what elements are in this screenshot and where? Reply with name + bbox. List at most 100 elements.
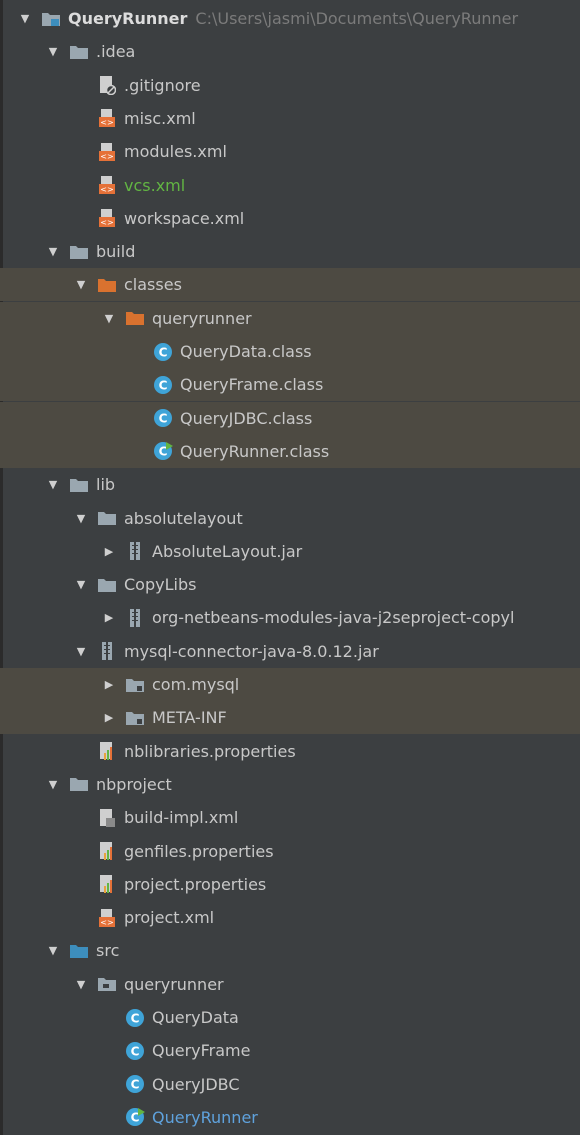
tree-node-label: queryrunner	[152, 308, 252, 328]
folder-icon	[68, 773, 90, 795]
class-icon: C	[124, 1073, 146, 1095]
tree-node-label: CopyLibs	[124, 575, 197, 595]
tree-node-querydata[interactable]: C QueryData	[0, 1001, 580, 1034]
properties-file-icon	[96, 873, 118, 895]
tree-node-meta-inf[interactable]: ▶ META-INF	[0, 701, 580, 735]
xml-file-icon: <>	[96, 107, 118, 129]
excluded-folder-icon	[124, 307, 146, 329]
tree-node-label: QueryRunner	[68, 9, 188, 28]
svg-text:C: C	[131, 1011, 140, 1025]
tree-node-label: build-impl.xml	[124, 808, 239, 828]
folder-icon	[68, 41, 90, 63]
collapsed-arrow-icon[interactable]: ▶	[102, 678, 116, 692]
tree-node-label: QueryData.class	[180, 342, 312, 361]
tree-node-absolutelayout[interactable]: ▼ absolutelayout	[0, 502, 580, 535]
project-path: C:\Users\jasmi\Documents\QueryRunner	[195, 9, 519, 28]
svg-text:<>: <>	[100, 152, 113, 161]
jar-icon	[96, 640, 118, 662]
tree-node-label: org-netbeans-modules-java-j2seproject-co…	[152, 608, 515, 628]
tree-node-genfiles-properties[interactable]: genfiles.properties	[0, 835, 580, 868]
svg-text:C: C	[159, 412, 168, 426]
tree-node-project-xml[interactable]: <> project.xml	[0, 901, 580, 934]
tree-node-build-impl-xml[interactable]: build-impl.xml	[0, 801, 580, 834]
class-icon: C	[152, 407, 174, 429]
tree-node-label: QueryJDBC	[152, 1074, 240, 1094]
folder-icon	[96, 574, 118, 596]
svg-text:<>: <>	[100, 918, 113, 927]
tree-node-queryjdbc-class[interactable]: C QueryJDBC.class	[0, 401, 580, 435]
tree-node-absolutelayout-jar[interactable]: ▶ AbsoluteLayout.jar	[0, 535, 580, 568]
tree-node-modules-xml[interactable]: <> modules.xml	[0, 135, 580, 168]
tree-node-label: nbproject	[96, 774, 172, 794]
collapsed-arrow-icon[interactable]: ▶	[102, 611, 116, 625]
expanded-arrow-icon[interactable]: ▼	[74, 278, 88, 292]
tree-node-label: build	[96, 242, 136, 262]
tree-node-queryrunner-pkg[interactable]: ▼ queryrunner	[0, 968, 580, 1001]
module-folder-icon	[40, 8, 62, 30]
tree-node-label: QueryFrame	[152, 1041, 251, 1061]
project-tree: ▼ QueryRunner C:\Users\jasmi\Documents\Que…	[0, 0, 580, 1135]
tree-node-label: QueryJDBC.class	[180, 408, 313, 428]
tree-node-src[interactable]: ▼ src	[0, 934, 580, 967]
tree-node-label: lib	[96, 475, 116, 495]
tree-node-root[interactable]: ▼ QueryRunner C:\Users\jasmi\Documents\Que…	[0, 2, 580, 35]
tree-node-nblibraries-properties[interactable]: nblibraries.properties	[0, 735, 580, 768]
tree-node-label: QueryData	[152, 1008, 239, 1027]
tree-node-com-mysql[interactable]: ▶ com.mysql	[0, 668, 580, 701]
expanded-arrow-icon[interactable]: ▼	[46, 944, 60, 958]
xml-file-icon: <>	[96, 907, 118, 929]
tree-node-mysql-jar[interactable]: ▼ mysql-connector-java-8.0.12.jar	[0, 635, 580, 668]
tree-node-queryrunner-class[interactable]: C QueryRunner.class	[0, 434, 580, 468]
expanded-arrow-icon[interactable]: ▼	[46, 478, 60, 492]
source-folder-icon	[68, 940, 90, 962]
tree-node-lib[interactable]: ▼ lib	[0, 468, 580, 501]
tree-node-workspace-xml[interactable]: <> workspace.xml	[0, 202, 580, 235]
collapsed-arrow-icon[interactable]: ▶	[102, 544, 116, 558]
tree-node-idea[interactable]: ▼ .idea	[0, 35, 580, 68]
tree-node-gitignore[interactable]: .gitignore	[0, 69, 580, 102]
tree-node-nbproject[interactable]: ▼ nbproject	[0, 768, 580, 801]
tree-node-project-properties[interactable]: project.properties	[0, 868, 580, 901]
tree-node-misc-xml[interactable]: <> misc.xml	[0, 102, 580, 135]
tree-node-label: genfiles.properties	[124, 841, 274, 861]
tree-node-queryframe-class[interactable]: C QueryFrame.class	[0, 368, 580, 402]
expanded-arrow-icon[interactable]: ▼	[74, 511, 88, 525]
expanded-arrow-icon[interactable]: ▼	[46, 777, 60, 791]
tree-node-queryrunner-classes[interactable]: ▼ queryrunner	[0, 301, 580, 335]
svg-text:<>: <>	[100, 218, 113, 227]
tree-node-vcs-xml[interactable]: <> vcs.xml	[0, 169, 580, 202]
expanded-arrow-icon[interactable]: ▼	[102, 311, 116, 325]
tree-node-label: QueryFrame.class	[180, 375, 324, 395]
expanded-arrow-icon[interactable]: ▼	[18, 12, 32, 26]
package-folder-icon	[124, 674, 146, 696]
tree-node-querydata-class[interactable]: C QueryData.class	[0, 335, 580, 368]
svg-text:C: C	[159, 378, 168, 392]
tree-node-label: classes	[124, 275, 182, 295]
tree-node-classes[interactable]: ▼ classes	[0, 268, 580, 302]
svg-text:C: C	[159, 345, 168, 359]
expanded-arrow-icon[interactable]: ▼	[74, 644, 88, 658]
expanded-arrow-icon[interactable]: ▼	[46, 45, 60, 59]
folder-icon	[68, 241, 90, 263]
tree-node-queryframe[interactable]: C QueryFrame	[0, 1034, 580, 1067]
runnable-class-icon: C	[152, 440, 174, 462]
properties-file-icon	[96, 840, 118, 862]
tree-node-copylibs-jar[interactable]: ▶ org-netbeans-modules-java-j2seproject-c…	[0, 601, 580, 634]
tree-node-label: nblibraries.properties	[124, 741, 296, 761]
expanded-arrow-icon[interactable]: ▼	[46, 245, 60, 259]
tree-node-label: workspace.xml	[124, 208, 245, 228]
expanded-arrow-icon[interactable]: ▼	[74, 977, 88, 991]
tree-node-copylibs[interactable]: ▼ CopyLibs	[0, 568, 580, 601]
jar-icon	[124, 607, 146, 629]
ignored-file-icon	[96, 74, 118, 96]
expanded-arrow-icon[interactable]: ▼	[74, 578, 88, 592]
tree-node-label: src	[96, 941, 120, 961]
tree-node-build[interactable]: ▼ build	[0, 235, 580, 268]
tree-node-label: misc.xml	[124, 108, 196, 128]
tree-node-queryjdbc[interactable]: C QueryJDBC	[0, 1068, 580, 1101]
tree-node-queryrunner[interactable]: C QueryRunner	[0, 1101, 580, 1134]
tree-node-label: absolutelayout	[124, 508, 243, 528]
collapsed-arrow-icon[interactable]: ▶	[102, 711, 116, 725]
class-icon: C	[124, 1040, 146, 1062]
package-icon	[96, 973, 118, 995]
